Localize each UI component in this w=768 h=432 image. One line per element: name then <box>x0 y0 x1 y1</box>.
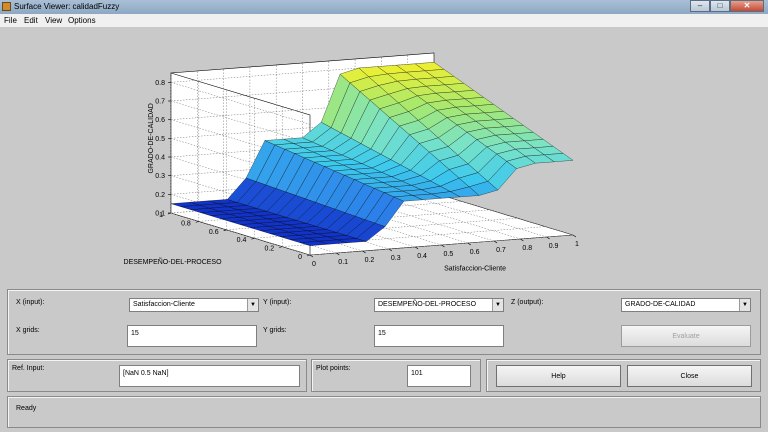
chevron-down-icon: ▼ <box>247 299 258 311</box>
x-tick <box>441 244 445 248</box>
x-tick-label: 0.2 <box>365 257 375 264</box>
x-axis-label: Satisfaccion-Cliente <box>444 266 506 273</box>
close-button[interactable]: Close <box>627 365 752 387</box>
x-tick <box>336 252 340 256</box>
buttons-panel: Help Close <box>486 359 761 392</box>
x-tick-label: 0 <box>312 261 316 268</box>
menu-edit[interactable]: Edit <box>24 16 38 25</box>
app-icon <box>2 2 11 11</box>
status-text: Ready <box>16 405 37 412</box>
plot-points-field[interactable]: 101 <box>407 365 471 387</box>
y-tick-label: 0.2 <box>264 246 274 253</box>
x-tick <box>309 254 314 258</box>
x-tick-label: 0.9 <box>549 243 559 250</box>
maximize-button[interactable]: □ <box>710 0 730 12</box>
x-tick-label: 0.7 <box>496 247 506 254</box>
x-grids-field[interactable]: 15 <box>127 325 257 347</box>
plot-points-panel: Plot points: 101 <box>311 359 481 392</box>
z-tick-label: 0.2 <box>155 192 165 199</box>
plot-points-label: Plot points: <box>316 365 351 372</box>
ref-input-label: Ref. Input: <box>12 365 45 372</box>
x-tick <box>415 246 419 250</box>
x-tick-label: 0.1 <box>338 259 348 266</box>
z-tick-label: 0.5 <box>155 136 165 143</box>
close-window-button[interactable]: ✕ <box>730 0 764 12</box>
x-tick <box>546 236 550 240</box>
ref-input-panel: Ref. Input: [NaN 0.5 NaN] <box>7 359 307 392</box>
y-tick <box>251 237 255 240</box>
surface-plot-area[interactable]: 0 0.1 0.2 0.3 0.4 0.5 0.6 0.7 0.8 0.9 1 0 0.2 0.4 0.6 0… <box>0 28 768 284</box>
help-button[interactable]: Help <box>496 365 621 387</box>
minimize-button[interactable]: – <box>690 0 710 12</box>
y-input-label: Y (input): <box>263 299 292 306</box>
y-tick-label: 0 <box>298 254 302 261</box>
z-tick-label: 0.7 <box>155 99 165 106</box>
z-axis-label: GRADO-DE-CALIDAD <box>148 103 155 173</box>
y-input-select[interactable]: DESEMPEÑO-DEL-PROCESO ▼ <box>374 298 504 312</box>
x-input-select[interactable]: Satisfaccion-Cliente ▼ <box>129 298 259 312</box>
menu-view[interactable]: View <box>45 16 62 25</box>
y-tick <box>279 246 283 248</box>
menu-file[interactable]: File <box>4 16 17 25</box>
x-tick-label: 1 <box>575 241 579 248</box>
z-output-select[interactable]: GRADO-DE-CALIDAD ▼ <box>621 298 751 312</box>
menu-bar: File Edit View Options <box>0 14 768 28</box>
x-tick <box>362 250 366 254</box>
y-grids-field[interactable]: 15 <box>374 325 504 347</box>
z-output-label: Z (output): <box>511 299 544 306</box>
surface-plot[interactable]: 0 0.1 0.2 0.3 0.4 0.5 0.6 0.7 0.8 0.9 1 0 0.2 0.4 0.6 0… <box>0 28 768 284</box>
x-tick <box>493 240 498 244</box>
menu-options[interactable]: Options <box>68 16 96 25</box>
z-tick-label: 0.6 <box>155 117 165 124</box>
x-tick <box>388 248 393 252</box>
x-tick-label: 0.3 <box>391 255 401 262</box>
x-tick <box>520 238 524 242</box>
y-axis-label: DESEMPEÑO-DEL-PROCESO <box>124 257 223 266</box>
title-bar: Surface Viewer: calidadFuzzy – □ ✕ <box>0 0 768 14</box>
x-tick-label: 0.5 <box>444 251 454 258</box>
y-tick-label: 0.8 <box>181 220 191 227</box>
y-tick-label: 0.4 <box>237 237 247 244</box>
y-grids-label: Y grids: <box>263 327 287 334</box>
z-tick-label: 0.1 <box>155 211 165 218</box>
x-tick <box>467 242 471 246</box>
x-tick-label: 0.6 <box>470 249 480 256</box>
x-tick <box>572 234 577 238</box>
window-title: Surface Viewer: calidadFuzzy <box>14 2 120 11</box>
controls-panel: X (input): Satisfaccion-Cliente ▼ Y (inpu… <box>7 289 761 355</box>
z-tick-label: 0.4 <box>155 155 165 162</box>
chevron-down-icon: ▼ <box>739 299 750 311</box>
evaluate-button[interactable]: Evaluate <box>621 325 751 347</box>
ref-input-field[interactable]: [NaN 0.5 NaN] <box>119 365 300 387</box>
y-tick <box>306 254 311 257</box>
y-tick <box>195 221 199 223</box>
x-input-label: X (input): <box>16 299 45 306</box>
x-tick-label: 0.4 <box>417 253 427 260</box>
chevron-down-icon: ▼ <box>492 299 503 311</box>
status-panel: Ready <box>7 396 761 428</box>
z-tick-label: 0.8 <box>155 80 165 87</box>
y-tick-label: 0.6 <box>209 229 219 236</box>
x-grids-label: X grids: <box>16 327 40 334</box>
x-tick-label: 0.8 <box>522 245 532 252</box>
z-tick-label: 0.3 <box>155 173 165 180</box>
y-tick <box>223 229 227 232</box>
